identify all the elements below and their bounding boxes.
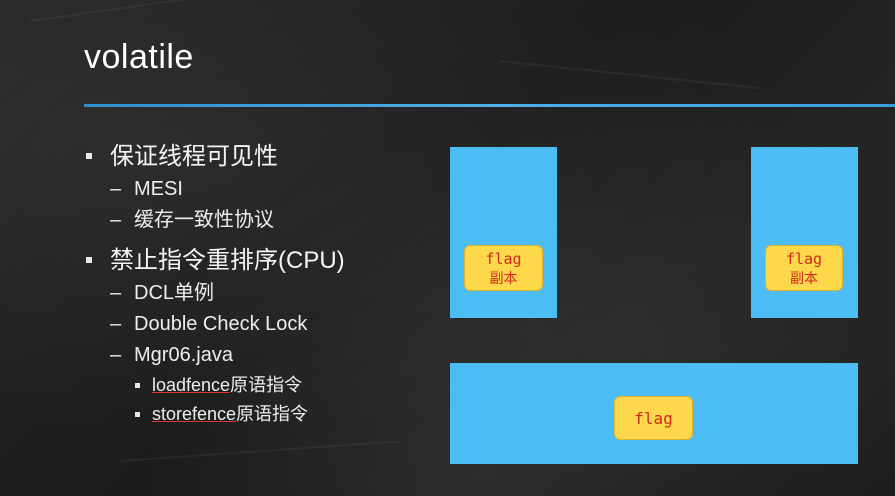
sub-bullet-text: MESI bbox=[134, 178, 183, 200]
sub-bullet-double-check: – Double Check Lock bbox=[84, 309, 424, 340]
flag-label: flag bbox=[785, 250, 823, 268]
title-divider bbox=[84, 104, 895, 107]
sub-bullet-text: 缓存一致性协议 bbox=[134, 209, 274, 231]
bullet-text: 禁止指令重排序(CPU) bbox=[110, 247, 345, 274]
sub-bullet-text: Double Check Lock bbox=[134, 313, 308, 335]
dash-bullet-icon: – bbox=[110, 313, 122, 335]
copy-label: 副本 bbox=[790, 271, 818, 287]
dash-bullet-icon: – bbox=[110, 344, 122, 366]
underlined-text: loadfence bbox=[152, 375, 231, 395]
small-square-bullet-icon bbox=[135, 412, 140, 417]
cpu-left-block bbox=[450, 147, 557, 318]
flag-main-memory: flag bbox=[614, 396, 693, 440]
dash-bullet-icon: – bbox=[110, 282, 122, 304]
cpu-right-block bbox=[751, 147, 858, 318]
sub-bullet-text: Mgr06.java bbox=[134, 344, 233, 366]
bullet-visibility: 保证线程可见性 bbox=[84, 140, 424, 174]
chalk-streak bbox=[29, 0, 328, 22]
flag-copy-left: flag 副本 bbox=[464, 245, 543, 291]
square-bullet-icon bbox=[86, 153, 92, 159]
dash-bullet-icon: – bbox=[110, 209, 122, 231]
chalk-streak bbox=[119, 440, 400, 462]
flag-copy-right: flag 副本 bbox=[765, 245, 843, 291]
sub-sub-bullet-text: 原语指令 bbox=[236, 404, 309, 424]
sub-bullet-text: DCL单例 bbox=[134, 282, 215, 304]
flag-label: flag bbox=[634, 409, 673, 428]
sub-sub-bullet-storefence: storefence原语指令 bbox=[84, 400, 424, 429]
sub-bullet-coherence: – 缓存一致性协议 bbox=[84, 205, 424, 236]
sub-sub-bullet-text: 原语指令 bbox=[230, 375, 303, 395]
square-bullet-icon bbox=[86, 257, 92, 263]
sub-bullet-mesi: – MESI bbox=[84, 174, 424, 205]
underlined-text: storefence bbox=[152, 404, 237, 424]
chalk-streak bbox=[499, 60, 759, 90]
bullet-reordering: 禁止指令重排序(CPU) bbox=[84, 244, 424, 278]
dash-bullet-icon: – bbox=[110, 178, 122, 200]
sub-sub-bullet-loadfence: loadfence原语指令 bbox=[84, 371, 424, 400]
sub-bullet-dcl: – DCL单例 bbox=[84, 278, 424, 309]
sub-bullet-mgr06: – Mgr06.java bbox=[84, 340, 424, 371]
flag-label: flag bbox=[485, 250, 522, 268]
small-square-bullet-icon bbox=[135, 383, 140, 388]
slide-title: volatile bbox=[84, 38, 194, 76]
bullet-text: 保证线程可见性 bbox=[110, 143, 278, 170]
copy-label: 副本 bbox=[489, 271, 518, 287]
bullet-list: 保证线程可见性 – MESI – 缓存一致性协议 禁止指令重排序(CPU) – … bbox=[84, 140, 424, 429]
